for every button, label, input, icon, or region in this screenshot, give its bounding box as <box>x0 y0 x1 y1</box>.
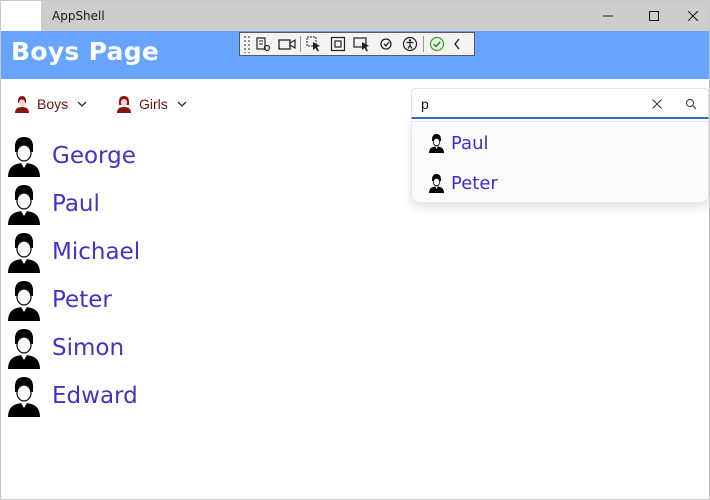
nav-item-girls[interactable]: Girls <box>116 93 187 115</box>
search-button[interactable] <box>682 95 700 113</box>
boy-icon <box>429 174 444 193</box>
close-button[interactable] <box>670 1 709 31</box>
boy-avatar-icon <box>8 377 40 417</box>
visual-tree-icon <box>256 37 271 52</box>
select-element-button[interactable] <box>302 33 326 55</box>
boy-avatar-icon <box>8 185 40 225</box>
maximize-icon <box>649 11 659 21</box>
suggestion-label: Paul <box>451 132 489 154</box>
toolbar-grip[interactable] <box>243 35 251 53</box>
camera-icon <box>278 38 296 50</box>
debug-toolbar <box>239 32 475 56</box>
search-box <box>411 88 709 119</box>
nav-item-label: Girls <box>139 96 168 112</box>
search-icon <box>685 98 697 110</box>
hot-reload-icon <box>380 38 392 50</box>
layout-adorner-icon <box>330 36 346 52</box>
display-layout-button[interactable] <box>326 33 350 55</box>
check-circle-icon <box>429 36 445 52</box>
window-title: AppShell <box>52 9 105 23</box>
boy-name: Peter <box>52 287 112 313</box>
page-title: Boys Page <box>11 37 160 66</box>
boy-name: Simon <box>52 335 125 361</box>
list-item[interactable]: Peter <box>8 278 112 322</box>
accessibility-icon <box>402 36 418 52</box>
boy-name: Paul <box>52 191 100 217</box>
suggestion-item[interactable]: Peter <box>428 170 498 196</box>
chevron-left-icon <box>454 38 460 50</box>
camera-button[interactable] <box>275 33 299 55</box>
girl-icon <box>117 96 131 113</box>
boy-avatar-icon <box>8 137 40 177</box>
hot-reload-button[interactable] <box>374 33 398 55</box>
nav-item-label: Boys <box>37 96 69 112</box>
suggestion-item[interactable]: Paul <box>428 130 489 156</box>
boy-avatar-icon <box>8 281 40 321</box>
toolbar-separator <box>300 36 301 52</box>
close-icon <box>652 99 662 109</box>
list-item[interactable]: Edward <box>8 374 138 418</box>
minimize-icon <box>603 15 613 17</box>
live-visual-tree-button[interactable] <box>251 33 275 55</box>
chevron-down-icon <box>77 101 87 107</box>
close-icon <box>688 11 698 21</box>
binding-failures-button[interactable] <box>425 33 449 55</box>
boy-avatar-icon <box>8 329 40 369</box>
nav-item-boys[interactable]: Boys <box>14 93 87 115</box>
track-focus-icon <box>353 37 369 52</box>
cursor-select-icon <box>306 36 320 52</box>
list-item[interactable]: Michael <box>8 230 140 274</box>
list-item[interactable]: Paul <box>8 182 100 226</box>
search-suggestions: Paul Peter <box>411 121 709 203</box>
title-bar[interactable]: AppShell <box>1 1 709 31</box>
boy-name: George <box>52 143 136 169</box>
minimize-button[interactable] <box>585 1 631 31</box>
boy-name: Michael <box>52 239 141 265</box>
boy-avatar-icon <box>8 233 40 273</box>
suggestion-label: Peter <box>451 172 498 194</box>
accessibility-button[interactable] <box>398 33 422 55</box>
boy-icon <box>429 134 444 153</box>
track-focus-button[interactable] <box>350 33 374 55</box>
chevron-down-icon <box>177 101 187 107</box>
list-item[interactable]: George <box>8 134 136 178</box>
boy-icon <box>15 96 29 113</box>
collapse-toolbar-button[interactable] <box>449 33 465 55</box>
clear-search-button[interactable] <box>648 95 666 113</box>
search-input[interactable] <box>421 94 641 114</box>
app-window: AppShell Boys Page Boys Girls p Paul Pet… <box>0 0 710 500</box>
app-icon-area <box>1 1 41 31</box>
boy-name: Edward <box>52 383 138 409</box>
list-item[interactable]: Simon <box>8 326 124 370</box>
toolbar-separator <box>423 36 424 52</box>
